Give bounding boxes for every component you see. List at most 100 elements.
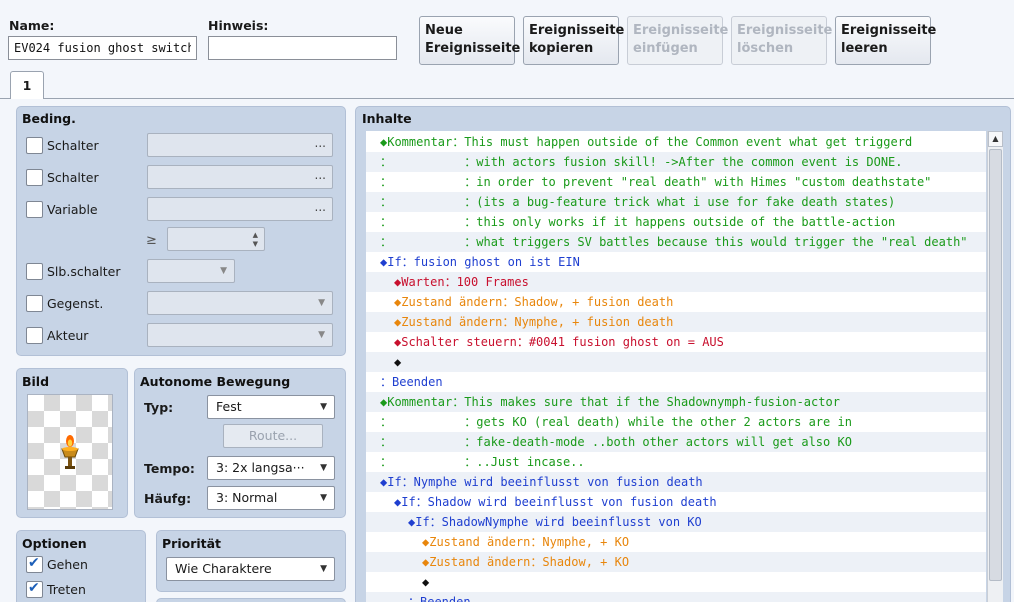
command-row[interactable]: ◆If：fusion ghost on ist EIN	[366, 252, 986, 272]
command-row[interactable]: ◆Zustand ändern：Nymphe, + fusion death	[366, 312, 986, 332]
command-row[interactable]: ： ：in order to prevent "real death" with…	[366, 172, 986, 192]
command-row[interactable]: ◆Zustand ändern：Shadow, + KO	[366, 552, 986, 572]
item-dropdown[interactable]: ▼	[147, 291, 333, 315]
contents-title: Inhalte	[362, 111, 412, 126]
type-dropdown[interactable]: Fest ▼	[207, 395, 335, 419]
command-text: ◆Warten：100 Frames	[394, 275, 529, 289]
spin-up-icon[interactable]: ▲	[253, 231, 258, 239]
command-row[interactable]: ◆	[366, 572, 986, 592]
item-label: Gegenst.	[47, 296, 104, 311]
command-row[interactable]: ◆	[366, 352, 986, 372]
scroll-up-icon[interactable]: ▲	[988, 131, 1003, 147]
delete-page-label-2: löschen	[737, 41, 794, 56]
command-row[interactable]: ： ：what triggers SV battles because this…	[366, 232, 986, 252]
command-row[interactable]: ◆Zustand ändern：Nymphe, + KO	[366, 532, 986, 552]
command-text: ◆	[394, 355, 402, 369]
command-text: ◆Zustand ändern：Nymphe, + fusion death	[394, 315, 674, 329]
variable-checkbox[interactable]	[26, 201, 43, 218]
switch2-field[interactable]: ...	[147, 165, 333, 189]
command-text: ◆Zustand ändern：Nymphe, + KO	[422, 535, 630, 549]
name-input[interactable]	[8, 36, 197, 60]
type-value: Fest	[216, 399, 242, 414]
frequency-value: 3: Normal	[216, 490, 278, 505]
frequency-dropdown[interactable]: 3: Normal ▼	[207, 486, 335, 510]
command-text: ： ：what triggers SV battles because this…	[380, 235, 968, 249]
spin-down-icon[interactable]: ▼	[253, 240, 258, 248]
paste-page-label-2: einfügen	[633, 41, 698, 56]
type-label: Typ:	[144, 400, 174, 415]
self-switch-checkbox[interactable]	[26, 263, 43, 280]
command-row[interactable]: ◆Schalter steuern：#0041 fusion ghost on …	[366, 332, 986, 352]
command-row[interactable]: ◆If：ShadowNymphe wird beeinflusst von KO	[366, 512, 986, 532]
paste-page-button[interactable]: Ereignisseite einfügen	[627, 16, 729, 65]
command-text: ◆If：fusion ghost on ist EIN	[380, 255, 580, 269]
new-page-label-1: Neue	[425, 23, 463, 38]
item-checkbox[interactable]	[26, 295, 43, 312]
stepping-checkbox[interactable]	[26, 580, 43, 598]
switch1-label: Schalter	[47, 138, 99, 153]
copy-page-button[interactable]: Ereignisseite kopieren	[523, 16, 624, 65]
speed-dropdown[interactable]: 3: 2x langsa··· ▼	[207, 456, 335, 480]
delete-page-label-1: Ereignisseite	[737, 23, 833, 38]
command-row[interactable]: ◆Kommentar：This makes sure that if the S…	[366, 392, 986, 412]
variable-value-spinner[interactable]: ▲ ▼	[167, 227, 265, 251]
chevron-down-icon: ▼	[318, 330, 325, 340]
clear-page-label-1: Ereignisseite	[841, 23, 937, 38]
walking-checkbox[interactable]	[26, 555, 43, 573]
actor-dropdown[interactable]: ▼	[147, 323, 333, 347]
flame-brazier-icon	[61, 435, 79, 469]
chevron-down-icon: ▼	[320, 564, 327, 574]
command-text: ：Beenden	[380, 375, 443, 389]
copy-page-label-2: kopieren	[529, 41, 594, 56]
command-row[interactable]: ◆Kommentar：This must happen outside of t…	[366, 132, 986, 152]
command-row[interactable]: ： ：fake-death-mode ..both other actors w…	[366, 432, 986, 452]
command-row[interactable]: ： ：this only works if it happens outside…	[366, 212, 986, 232]
command-text: ： ：in order to prevent "real death" with…	[380, 175, 932, 189]
hint-input[interactable]	[208, 36, 397, 60]
chevron-down-icon: ▼	[320, 402, 327, 412]
command-text: ： ：(its a bug-feature trick what i use f…	[380, 195, 896, 209]
command-row[interactable]: ◆Zustand ändern：Shadow, + fusion death	[366, 292, 986, 312]
switch2-dots: ...	[314, 168, 326, 182]
name-label: Name:	[9, 18, 55, 33]
variable-field[interactable]: ...	[147, 197, 333, 221]
command-row[interactable]: ◆If：Nymphe wird beeinflusst von fusion d…	[366, 472, 986, 492]
command-row[interactable]: ◆If：Shadow wird beeinflusst von fusion d…	[366, 492, 986, 512]
command-list-scrollbar[interactable]: ▲	[987, 131, 1003, 602]
command-text: ◆If：Nymphe wird beeinflusst von fusion d…	[380, 475, 703, 489]
command-row[interactable]: ： ：(its a bug-feature trick what i use f…	[366, 192, 986, 212]
switch1-field[interactable]: ...	[147, 133, 333, 157]
image-title: Bild	[22, 374, 50, 389]
new-page-label-2: Ereignisseite	[425, 41, 521, 56]
walking-label: Gehen	[47, 557, 88, 572]
event-command-list[interactable]: ◆Kommentar：This must happen outside of t…	[366, 131, 986, 602]
paste-page-label-1: Ereignisseite	[633, 23, 729, 38]
variable-dots: ...	[314, 200, 326, 214]
command-text: ◆Kommentar：This must happen outside of t…	[380, 135, 913, 149]
command-row[interactable]: ◆Warten：100 Frames	[366, 272, 986, 292]
switch2-checkbox[interactable]	[26, 169, 43, 186]
actor-checkbox[interactable]	[26, 327, 43, 344]
speed-label: Tempo:	[144, 461, 195, 476]
scroll-thumb[interactable]	[989, 149, 1002, 581]
command-text: ： ：fake-death-mode ..both other actors w…	[380, 435, 852, 449]
route-button[interactable]: Route...	[223, 424, 323, 448]
new-page-button[interactable]: Neue Ereignisseite	[419, 16, 521, 65]
switch1-checkbox[interactable]	[26, 137, 43, 154]
clear-page-button[interactable]: Ereignisseite leeren	[835, 16, 937, 65]
command-row[interactable]: ： ：..Just incase..	[366, 452, 986, 472]
priority-dropdown[interactable]: Wie Charaktere ▼	[166, 557, 335, 581]
tab-page-1[interactable]: 1	[10, 71, 44, 99]
event-image-preview[interactable]	[27, 394, 113, 510]
self-switch-dropdown[interactable]: ▼	[147, 259, 235, 283]
chevron-down-icon: ▼	[320, 463, 327, 473]
hint-label: Hinweis:	[208, 18, 269, 33]
command-text: ◆Zustand ändern：Shadow, + KO	[422, 555, 630, 569]
conditions-title: Beding.	[22, 111, 76, 126]
delete-page-button[interactable]: Ereignisseite löschen	[731, 16, 833, 65]
command-row[interactable]: ： ：with actors fusion skill! ->After the…	[366, 152, 986, 172]
command-row[interactable]: ： ：gets KO (real death) while the other …	[366, 412, 986, 432]
command-text: ： ：gets KO (real death) while the other …	[380, 415, 852, 429]
command-row[interactable]: ：Beenden	[366, 592, 986, 602]
command-row[interactable]: ：Beenden	[366, 372, 986, 392]
